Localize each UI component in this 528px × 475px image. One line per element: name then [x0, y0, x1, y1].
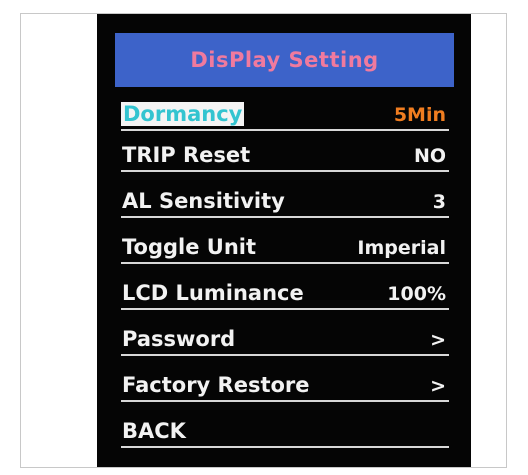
menu-item-trip-reset[interactable]: TRIP Reset NO [121, 136, 449, 172]
menu-item-password[interactable]: Password > [121, 320, 449, 356]
chevron-right-icon: > [430, 375, 446, 397]
menu-item-back[interactable]: BACK [121, 412, 449, 448]
menu-item-value: 5Min [393, 104, 446, 126]
menu-item-value: Imperial [357, 237, 446, 259]
menu-item-value: NO [413, 145, 446, 167]
menu-item-value: 100% [387, 283, 446, 305]
menu-item-toggle-unit[interactable]: Toggle Unit Imperial [121, 228, 449, 264]
menu-item-label: Factory Restore [122, 373, 310, 397]
menu-item-lcd-luminance[interactable]: LCD Luminance 100% [121, 274, 449, 310]
menu-item-label: TRIP Reset [122, 143, 251, 167]
page-title: DisPlay Setting [190, 48, 379, 72]
menu-item-al-sensitivity[interactable]: AL Sensitivity 3 [121, 182, 449, 218]
menu-item-label: BACK [122, 419, 186, 443]
menu-item-dormancy[interactable]: Dormancy 5Min [121, 95, 449, 131]
menu-item-label: LCD Luminance [122, 281, 304, 305]
menu-item-label: Dormancy [121, 102, 245, 126]
menu-item-factory-restore[interactable]: Factory Restore > [121, 366, 449, 402]
menu-item-label: Password [122, 327, 236, 351]
menu-header: DisPlay Setting [115, 33, 454, 87]
menu-item-label: Toggle Unit [122, 235, 257, 259]
menu-item-value: 3 [432, 191, 446, 213]
chevron-right-icon: > [430, 329, 446, 351]
menu-item-label: AL Sensitivity [122, 189, 285, 213]
